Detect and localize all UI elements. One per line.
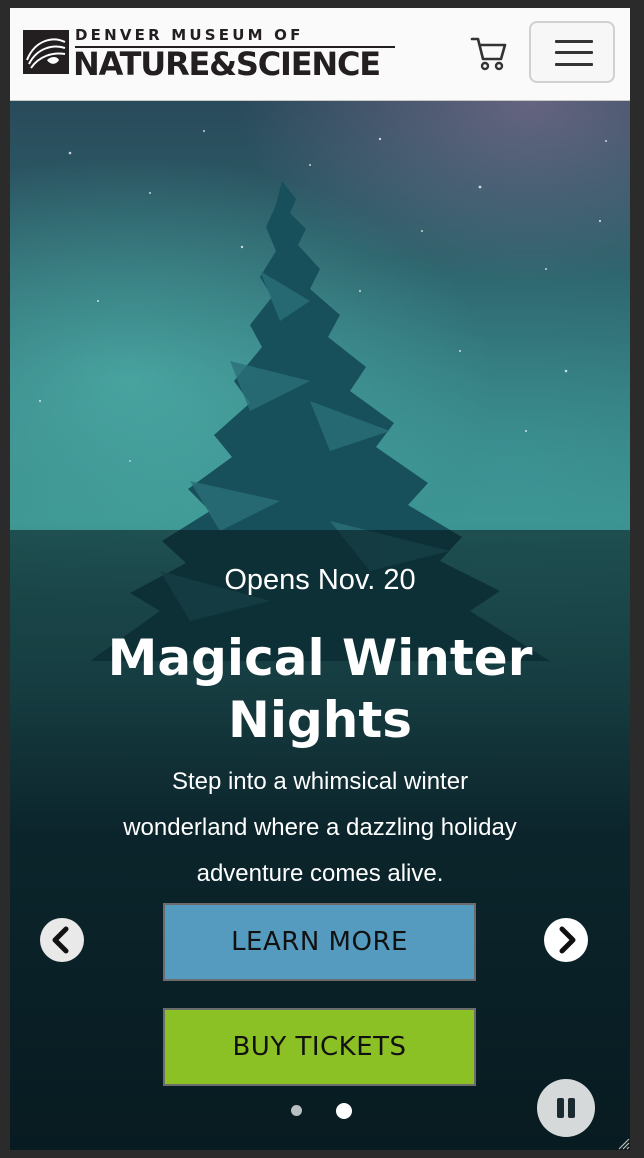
learn-more-button[interactable]: LEARN MORE [163, 903, 476, 981]
hero-description: Step into a whimsical winter wonderland … [123, 768, 517, 887]
hamburger-menu-icon [555, 40, 593, 43]
buy-tickets-button[interactable]: BUY TICKETS [163, 1008, 476, 1086]
shopping-cart-icon [470, 37, 507, 71]
pause-carousel-button[interactable] [537, 1079, 595, 1137]
browser-viewport: DENVER MUSEUM OF NATURE&SCIENCE Opens No… [10, 8, 630, 1150]
hero-carousel: Opens Nov. 20 Magical Winter Nights Step… [10, 101, 630, 1150]
logo-mark-icon [23, 30, 69, 74]
pause-icon [557, 1098, 564, 1118]
museum-logo[interactable]: DENVER MUSEUM OF NATURE&SCIENCE [23, 26, 395, 82]
hero-title: Magical Winter Nights [107, 629, 533, 749]
chevron-right-icon [559, 926, 576, 954]
resize-grip-icon[interactable] [616, 1136, 630, 1150]
slide-indicator-1[interactable] [291, 1105, 302, 1116]
menu-bar [555, 63, 593, 66]
previous-slide-button[interactable] [40, 918, 84, 962]
next-slide-button[interactable] [544, 918, 588, 962]
logo-bottom-text: NATURE&SCIENCE [73, 45, 381, 83]
hero-kicker: Opens Nov. 20 [224, 564, 416, 596]
hamburger-menu-button[interactable] [529, 21, 615, 83]
menu-bar [555, 51, 593, 54]
site-header: DENVER MUSEUM OF NATURE&SCIENCE [10, 8, 630, 101]
logo-top-text: DENVER MUSEUM OF [75, 26, 304, 44]
slide-indicator-2-active[interactable] [336, 1103, 352, 1119]
chevron-left-icon [52, 926, 69, 954]
cart-button[interactable] [470, 34, 508, 72]
pause-icon-bar [568, 1098, 575, 1118]
